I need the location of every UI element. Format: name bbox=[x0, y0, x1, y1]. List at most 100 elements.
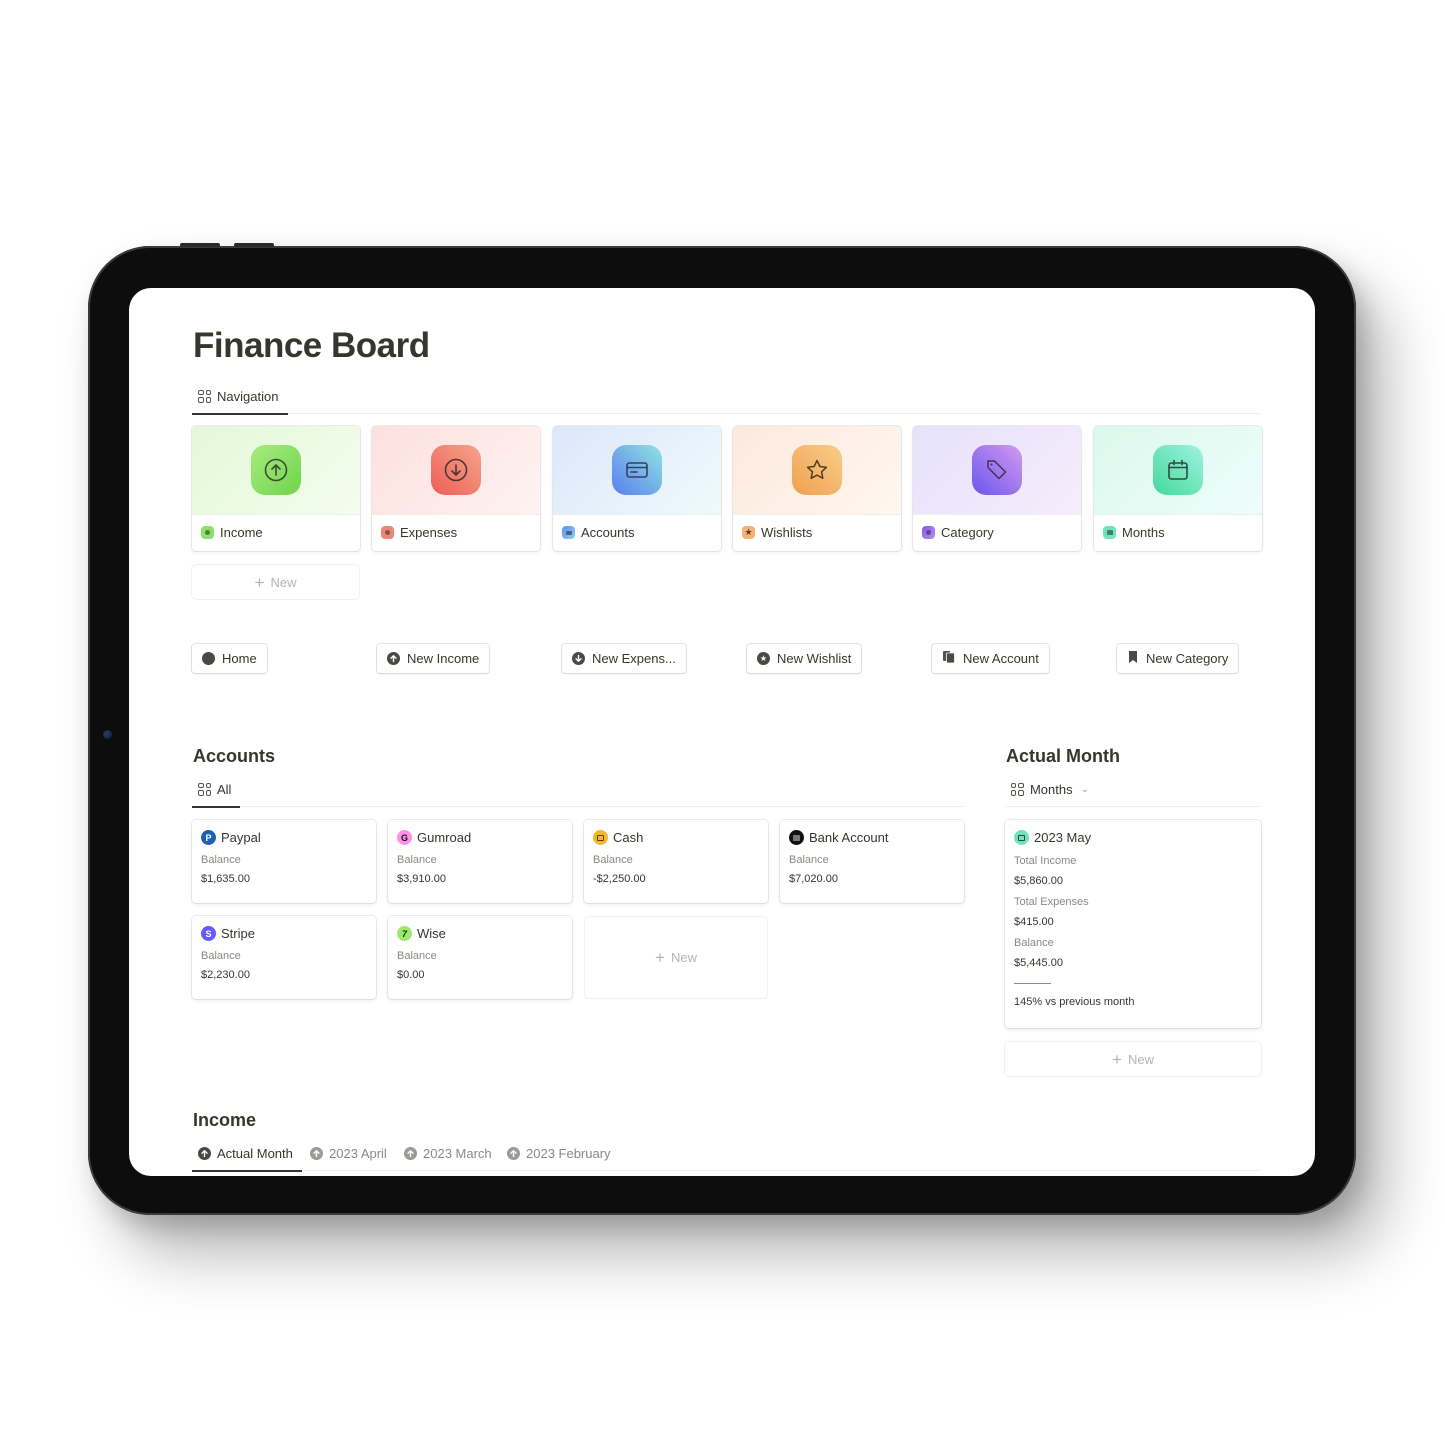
tab-2023-april[interactable]: 2023 April bbox=[304, 1135, 393, 1171]
income-tabbar: Actual Month 2023 April 2023 March 2023 … bbox=[192, 1135, 1261, 1172]
account-name: G Gumroad bbox=[397, 829, 563, 846]
volume-button bbox=[234, 243, 274, 247]
nav-card-expenses[interactable]: Expenses bbox=[372, 426, 540, 551]
nav-card-wishlists[interactable]: ★ Wishlists bbox=[733, 426, 901, 551]
credit-card-icon bbox=[612, 445, 662, 495]
new-category-button[interactable]: New Category bbox=[1117, 644, 1239, 673]
tab-2023-february[interactable]: 2023 February bbox=[501, 1135, 617, 1171]
account-card-paypal[interactable]: P Paypal Balance $1,635.00 bbox=[192, 820, 376, 903]
calendar-icon bbox=[1014, 830, 1029, 845]
months-new-button[interactable]: + New bbox=[1005, 1042, 1261, 1076]
account-name-text: Wise bbox=[417, 926, 446, 941]
screen: Finance Board Navigation Income Expenses… bbox=[129, 288, 1315, 1176]
balance-label: Balance bbox=[201, 854, 241, 866]
divider bbox=[1014, 983, 1051, 984]
tab-months-view[interactable]: Months ⌄ bbox=[1005, 771, 1095, 807]
month-name-text: 2023 May bbox=[1034, 830, 1092, 845]
new-label: New bbox=[670, 950, 697, 965]
balance-label: Balance bbox=[593, 854, 633, 866]
total-expenses-value: $415.00 bbox=[1014, 916, 1054, 928]
new-account-button[interactable]: New Account bbox=[932, 644, 1049, 673]
stripe-icon: S bbox=[201, 926, 216, 941]
tab-actual-month[interactable]: Actual Month bbox=[192, 1135, 302, 1172]
account-card-bank-account[interactable]: Bank Account Balance $7,020.00 bbox=[780, 820, 964, 903]
account-card-stripe[interactable]: S Stripe Balance $2,230.00 bbox=[192, 916, 376, 999]
wallet-icon bbox=[593, 830, 608, 845]
accounts-badge-icon bbox=[562, 526, 575, 539]
nav-card-label: Months bbox=[1094, 515, 1262, 550]
star-circle-icon: ★ bbox=[757, 652, 770, 665]
arrow-up-circle-icon bbox=[507, 1146, 520, 1160]
account-name: Bank Account bbox=[789, 829, 955, 846]
nav-card-cover bbox=[553, 426, 721, 515]
total-expenses-label: Total Expenses bbox=[1014, 896, 1089, 908]
gumroad-icon: G bbox=[397, 830, 412, 845]
income-section-title: Income bbox=[193, 1110, 257, 1130]
nav-card-title: Months bbox=[1122, 525, 1165, 540]
nav-card-cover bbox=[192, 426, 360, 515]
accounts-new-button[interactable]: + New bbox=[585, 917, 767, 998]
tab-all[interactable]: All bbox=[192, 771, 240, 808]
bookmark-icon bbox=[1127, 650, 1139, 667]
button-label: New Account bbox=[963, 651, 1039, 666]
nav-card-category[interactable]: Category bbox=[913, 426, 1081, 551]
camera-icon bbox=[103, 730, 112, 739]
nav-card-cover bbox=[913, 426, 1081, 515]
tab-label: 2023 April bbox=[329, 1145, 387, 1161]
account-card-wise[interactable]: 7 Wise Balance $0.00 bbox=[388, 916, 572, 999]
plus-icon: + bbox=[655, 948, 665, 967]
balance-value: $2,230.00 bbox=[201, 969, 250, 981]
account-name-text: Bank Account bbox=[809, 830, 889, 845]
new-income-button[interactable]: New Income bbox=[377, 644, 490, 673]
cards-icon bbox=[942, 650, 956, 667]
bank-icon bbox=[789, 830, 804, 845]
nav-card-income[interactable]: Income bbox=[192, 426, 360, 551]
month-name: 2023 May bbox=[1014, 829, 1252, 846]
new-wishlist-button[interactable]: ★ New Wishlist bbox=[747, 644, 862, 673]
navigation-tabbar: Navigation bbox=[192, 378, 1261, 415]
balance-label: Balance bbox=[789, 854, 829, 866]
star-icon bbox=[792, 445, 842, 495]
nav-new-button[interactable]: + New bbox=[192, 565, 359, 599]
new-label: New bbox=[1127, 1051, 1154, 1067]
button-label: New Income bbox=[407, 651, 480, 666]
nav-card-accounts[interactable]: Accounts bbox=[553, 426, 721, 551]
nav-card-label: Income bbox=[192, 515, 360, 550]
arrow-up-circle-icon bbox=[251, 445, 301, 495]
tag-icon bbox=[972, 445, 1022, 495]
new-label: New bbox=[270, 574, 297, 590]
arrow-up-circle-icon bbox=[310, 1146, 323, 1160]
plus-icon: + bbox=[1112, 1049, 1122, 1069]
button-label: New Expens... bbox=[592, 651, 676, 666]
account-card-cash[interactable]: Cash Balance -$2,250.00 bbox=[584, 820, 768, 903]
month-card-2023-may[interactable]: 2023 May Total Income $5,860.00 Total Ex… bbox=[1005, 820, 1261, 1028]
tab-label: All bbox=[217, 781, 232, 797]
volume-button bbox=[180, 243, 220, 247]
nav-card-months[interactable]: Months bbox=[1094, 426, 1262, 551]
tab-2023-march[interactable]: 2023 March bbox=[398, 1135, 498, 1171]
wishlists-badge-icon: ★ bbox=[742, 526, 755, 539]
account-name-text: Cash bbox=[613, 830, 644, 845]
comparison-text: 145% vs previous month bbox=[1014, 996, 1135, 1008]
wise-icon: 7 bbox=[397, 926, 412, 941]
balance-value: $7,020.00 bbox=[789, 873, 838, 885]
home-button[interactable]: Home bbox=[192, 644, 267, 673]
account-card-gumroad[interactable]: G Gumroad Balance $3,910.00 bbox=[388, 820, 572, 903]
total-income-label: Total Income bbox=[1014, 855, 1077, 867]
tab-navigation[interactable]: Navigation bbox=[192, 378, 288, 415]
new-expense-button[interactable]: New Expens... bbox=[562, 644, 686, 673]
circle-icon bbox=[202, 652, 215, 665]
paypal-icon: P bbox=[201, 830, 216, 845]
months-badge-icon bbox=[1103, 526, 1116, 539]
nav-card-title: Expenses bbox=[400, 525, 458, 540]
notion-page: Finance Board Navigation Income Expenses… bbox=[129, 288, 1315, 1176]
accounts-tabbar: All bbox=[192, 771, 965, 808]
nav-card-title: Accounts bbox=[581, 525, 635, 540]
nav-card-cover bbox=[372, 426, 540, 515]
expenses-badge-icon bbox=[381, 526, 394, 539]
nav-card-title: Income bbox=[220, 525, 263, 540]
tab-label: 2023 March bbox=[423, 1145, 492, 1161]
balance-label: Balance bbox=[1014, 937, 1054, 949]
nav-card-label: Category bbox=[913, 515, 1081, 550]
total-income-value: $5,860.00 bbox=[1014, 875, 1063, 887]
